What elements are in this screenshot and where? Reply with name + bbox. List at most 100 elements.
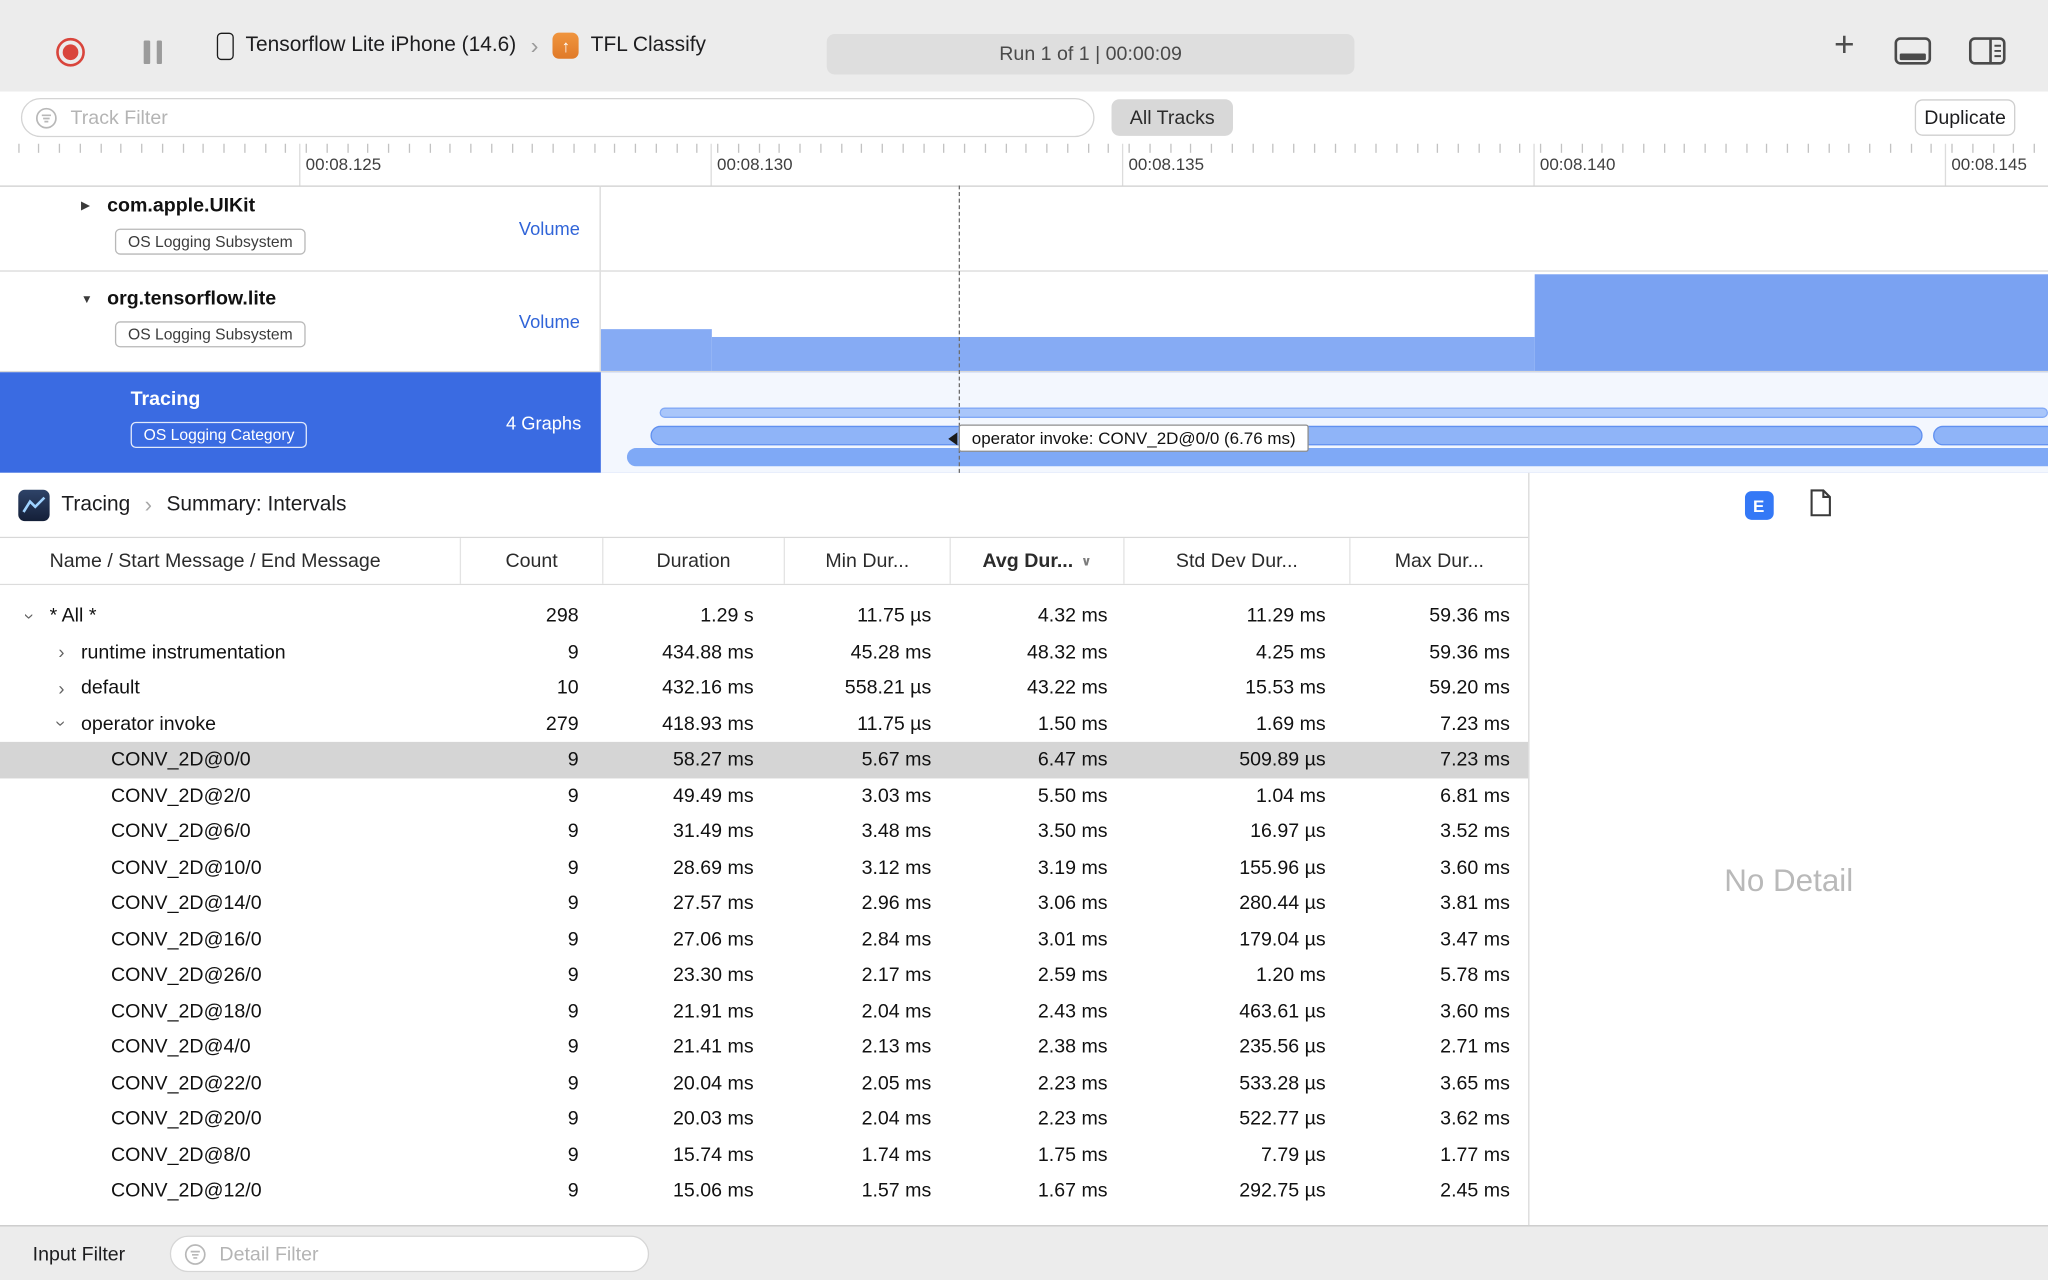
add-instrument-button[interactable]: + xyxy=(1826,27,1863,62)
cell-dur: 434.88 ms xyxy=(662,640,754,664)
table-row[interactable]: CONV_2D@22/0 9 20.04 ms 2.05 ms 2.23 ms 533.2… xyxy=(0,1065,1528,1101)
cell-std: 1.04 ms xyxy=(1256,784,1326,807)
ruler-label: 00:08.135 xyxy=(1128,154,1205,174)
all-tracks-button[interactable]: All Tracks xyxy=(1111,99,1233,136)
cell-name: CONV_2D@18/0 xyxy=(0,993,460,1029)
cell-dur: 58.27 ms xyxy=(673,748,754,771)
table-row[interactable]: CONV_2D@14/0 9 27.57 ms 2.96 ms 3.06 ms 280.4… xyxy=(0,886,1528,922)
toggle-right-pane-button[interactable] xyxy=(1968,37,2006,72)
disclosure-collapsed-icon[interactable]: ▶ xyxy=(81,199,94,213)
column-header-name[interactable]: Name / Start Message / End Message xyxy=(0,538,460,584)
table-row[interactable]: CONV_2D@2/0 9 49.49 ms 3.03 ms 5.50 ms 1.04 m… xyxy=(0,778,1528,814)
table-row[interactable]: › runtime instrumentation 9 434.88 ms 45.28 … xyxy=(0,634,1528,670)
table-row[interactable]: CONV_2D@0/0 9 58.27 ms 5.67 ms 6.47 ms 509.89… xyxy=(0,741,1529,778)
cell-count: 9 xyxy=(567,640,579,664)
cell-min: 5.67 ms xyxy=(861,748,932,771)
target-breadcrumb[interactable]: Tensorflow Lite iPhone (14.6) › ↑ TFL Cl… xyxy=(216,0,706,91)
record-button[interactable] xyxy=(56,37,85,67)
interval-bar[interactable] xyxy=(1933,425,2048,446)
input-filter-label[interactable]: Input Filter xyxy=(33,1226,126,1281)
cell-avg: 1.67 ms xyxy=(1037,1179,1108,1202)
run-status: Run 1 of 1 | 00:00:09 xyxy=(826,33,1355,75)
column-header-max[interactable]: Max Dur... xyxy=(1349,538,1528,584)
row-disclosure-collapsed[interactable]: › xyxy=(50,642,74,663)
cell-name: CONV_2D@20/0 xyxy=(0,1101,460,1137)
cell-count: 279 xyxy=(545,712,579,736)
track-header[interactable]: ▶ com.apple.UIKit OS Logging Subsystem V… xyxy=(0,185,601,271)
cell-max: 3.62 ms xyxy=(1440,1107,1510,1131)
row-disclosure-expanded[interactable]: › xyxy=(20,604,41,628)
toggle-bottom-pane-button[interactable] xyxy=(1894,37,1932,72)
cell-avg: 2.23 ms xyxy=(1037,1072,1108,1095)
table-row[interactable]: › operator invoke 279 418.93 ms 11.75 µs 1.50… xyxy=(0,706,1528,742)
pane-divider[interactable] xyxy=(1528,472,1530,1226)
cell-count: 9 xyxy=(567,1179,579,1202)
duplicate-button[interactable]: Duplicate xyxy=(1914,99,2016,136)
pause-button[interactable] xyxy=(143,40,165,64)
disclosure-expanded-icon[interactable]: ▼ xyxy=(81,292,94,305)
track-filter-input[interactable] xyxy=(67,105,1094,130)
table-row[interactable]: CONV_2D@12/0 9 15.06 ms 1.57 ms 1.67 ms 292.7… xyxy=(0,1173,1528,1209)
cell-dur: 20.04 ms xyxy=(673,1072,754,1095)
track-org-tensorflow-lite[interactable]: ▼ org.tensorflow.lite OS Logging Subsyst… xyxy=(0,271,2048,373)
table-row[interactable]: CONV_2D@20/0 9 20.03 ms 2.04 ms 2.23 ms 522.7… xyxy=(0,1101,1528,1137)
detail-filter-field[interactable] xyxy=(169,1235,650,1273)
document-icon[interactable] xyxy=(1808,488,1832,523)
cell-max: 1.77 ms xyxy=(1440,1143,1510,1167)
target-name[interactable]: TFL Classify xyxy=(591,34,706,58)
cell-name: CONV_2D@4/0 xyxy=(0,1029,460,1065)
row-disclosure-collapsed[interactable]: › xyxy=(50,678,74,699)
timeline-ruler[interactable]: 00:08.125 00:08.130 00:08.135 00:08.140 00:0… xyxy=(0,143,2048,187)
breadcrumb-root[interactable]: Tracing xyxy=(61,493,130,517)
column-header-count[interactable]: Count xyxy=(459,538,602,584)
table-row[interactable]: CONV_2D@6/0 9 31.49 ms 3.48 ms 3.50 ms 16.97 … xyxy=(0,814,1528,850)
cell-avg: 3.06 ms xyxy=(1037,892,1108,915)
table-row[interactable]: CONV_2D@10/0 9 28.69 ms 3.12 ms 3.19 ms 155.9… xyxy=(0,850,1528,886)
track-header[interactable]: Tracing OS Logging Category 4 Graphs xyxy=(0,372,601,473)
cell-max: 3.52 ms xyxy=(1440,820,1510,843)
cell-avg: 2.23 ms xyxy=(1037,1107,1108,1131)
table-row[interactable]: CONV_2D@26/0 9 23.30 ms 2.17 ms 2.59 ms 1.20 … xyxy=(0,957,1528,993)
detail-filter-input[interactable] xyxy=(216,1241,648,1267)
cell-dur: 31.49 ms xyxy=(673,820,754,843)
track-title: com.apple.UIKit xyxy=(107,194,256,217)
cell-dur: 432.16 ms xyxy=(662,676,754,700)
cell-std: 280.44 µs xyxy=(1239,892,1326,915)
cell-std: 509.89 µs xyxy=(1239,748,1326,771)
cell-max: 3.81 ms xyxy=(1440,892,1510,915)
device-name[interactable]: Tensorflow Lite iPhone (14.6) xyxy=(246,34,517,58)
cell-dur: 49.49 ms xyxy=(673,784,754,807)
table-row[interactable]: › default 10 432.16 ms 558.21 µs 43.22 ms 15.5… xyxy=(0,670,1528,706)
cell-name: CONV_2D@22/0 xyxy=(0,1065,460,1101)
table-row[interactable]: CONV_2D@18/0 9 21.91 ms 2.04 ms 2.43 ms 463.6… xyxy=(0,993,1528,1029)
row-disclosure-expanded[interactable]: › xyxy=(51,712,72,736)
interval-bar[interactable] xyxy=(626,448,2048,467)
row-name: CONV_2D@12/0 xyxy=(111,1179,262,1202)
cell-count: 9 xyxy=(567,892,579,915)
column-header-avg[interactable]: Avg Dur... ∨ xyxy=(949,538,1124,584)
cell-max: 59.36 ms xyxy=(1429,605,1510,628)
cell-dur: 21.91 ms xyxy=(673,1000,754,1023)
cell-std: 533.28 µs xyxy=(1239,1072,1326,1095)
column-header-min[interactable]: Min Dur... xyxy=(783,538,950,584)
track-filter-field[interactable] xyxy=(20,97,1095,138)
cell-dur: 28.69 ms xyxy=(673,856,754,879)
no-detail-label: No Detail xyxy=(1724,863,1854,899)
sort-chevron-icon: ∨ xyxy=(1081,555,1092,570)
interval-bar[interactable] xyxy=(659,407,2048,418)
table-row[interactable]: › * All * 298 1.29 s 11.75 µs 4.32 ms 11.29 ms… xyxy=(0,598,1528,634)
cell-avg: 3.01 ms xyxy=(1037,928,1108,951)
cell-min: 558.21 µs xyxy=(844,676,932,700)
table-row[interactable]: CONV_2D@8/0 9 15.74 ms 1.74 ms 1.75 ms 7.79 µ… xyxy=(0,1137,1528,1173)
extended-detail-button[interactable]: E xyxy=(1744,491,1774,520)
track-header[interactable]: ▼ org.tensorflow.lite OS Logging Subsyst… xyxy=(0,271,601,371)
track-tracing-selected[interactable]: Tracing OS Logging Category 4 Graphs ope… xyxy=(0,372,2048,473)
column-header-duration[interactable]: Duration xyxy=(602,538,784,584)
breadcrumb-page[interactable]: Summary: Intervals xyxy=(166,493,346,517)
detail-pane: No Detail xyxy=(1529,538,2048,1226)
track-com-apple-uikit[interactable]: ▶ com.apple.UIKit OS Logging Subsystem V… xyxy=(0,185,2048,272)
column-header-stddev[interactable]: Std Dev Dur... xyxy=(1123,538,1349,584)
cell-dur: 418.93 ms xyxy=(662,712,754,736)
table-row[interactable]: CONV_2D@16/0 9 27.06 ms 2.84 ms 3.01 ms 179.0… xyxy=(0,921,1528,957)
table-row[interactable]: CONV_2D@4/0 9 21.41 ms 2.13 ms 2.38 ms 235.56… xyxy=(0,1029,1528,1065)
